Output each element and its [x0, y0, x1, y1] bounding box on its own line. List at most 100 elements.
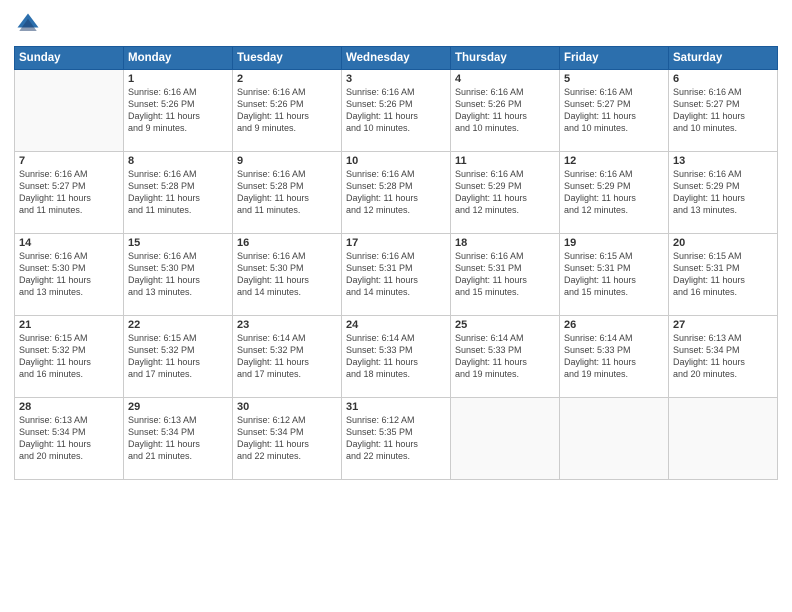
- day-info: Sunrise: 6:16 AM Sunset: 5:27 PM Dayligh…: [19, 168, 119, 217]
- day-cell: 7Sunrise: 6:16 AM Sunset: 5:27 PM Daylig…: [15, 152, 124, 234]
- header-cell-saturday: Saturday: [669, 47, 778, 70]
- day-info: Sunrise: 6:16 AM Sunset: 5:27 PM Dayligh…: [564, 86, 664, 135]
- day-number: 3: [346, 73, 446, 85]
- day-info: Sunrise: 6:16 AM Sunset: 5:29 PM Dayligh…: [673, 168, 773, 217]
- day-number: 18: [455, 237, 555, 249]
- day-cell: [451, 398, 560, 480]
- day-number: 14: [19, 237, 119, 249]
- logo-icon: [14, 10, 42, 38]
- day-number: 29: [128, 401, 228, 413]
- day-number: 27: [673, 319, 773, 331]
- day-number: 26: [564, 319, 664, 331]
- day-number: 23: [237, 319, 337, 331]
- day-number: 24: [346, 319, 446, 331]
- day-cell: [669, 398, 778, 480]
- header: [14, 10, 778, 38]
- day-info: Sunrise: 6:15 AM Sunset: 5:31 PM Dayligh…: [673, 250, 773, 299]
- day-number: 11: [455, 155, 555, 167]
- day-cell: [560, 398, 669, 480]
- day-cell: 29Sunrise: 6:13 AM Sunset: 5:34 PM Dayli…: [124, 398, 233, 480]
- day-info: Sunrise: 6:16 AM Sunset: 5:29 PM Dayligh…: [564, 168, 664, 217]
- day-cell: 6Sunrise: 6:16 AM Sunset: 5:27 PM Daylig…: [669, 70, 778, 152]
- day-number: 31: [346, 401, 446, 413]
- week-row-0: 1Sunrise: 6:16 AM Sunset: 5:26 PM Daylig…: [15, 70, 778, 152]
- calendar-table: SundayMondayTuesdayWednesdayThursdayFrid…: [14, 46, 778, 480]
- day-number: 21: [19, 319, 119, 331]
- day-info: Sunrise: 6:13 AM Sunset: 5:34 PM Dayligh…: [673, 332, 773, 381]
- day-info: Sunrise: 6:15 AM Sunset: 5:31 PM Dayligh…: [564, 250, 664, 299]
- day-number: 5: [564, 73, 664, 85]
- day-number: 30: [237, 401, 337, 413]
- header-cell-thursday: Thursday: [451, 47, 560, 70]
- day-cell: 16Sunrise: 6:16 AM Sunset: 5:30 PM Dayli…: [233, 234, 342, 316]
- day-number: 22: [128, 319, 228, 331]
- day-info: Sunrise: 6:13 AM Sunset: 5:34 PM Dayligh…: [128, 414, 228, 463]
- day-cell: 14Sunrise: 6:16 AM Sunset: 5:30 PM Dayli…: [15, 234, 124, 316]
- day-cell: 24Sunrise: 6:14 AM Sunset: 5:33 PM Dayli…: [342, 316, 451, 398]
- day-cell: 19Sunrise: 6:15 AM Sunset: 5:31 PM Dayli…: [560, 234, 669, 316]
- day-info: Sunrise: 6:16 AM Sunset: 5:28 PM Dayligh…: [128, 168, 228, 217]
- day-info: Sunrise: 6:14 AM Sunset: 5:33 PM Dayligh…: [455, 332, 555, 381]
- day-info: Sunrise: 6:16 AM Sunset: 5:27 PM Dayligh…: [673, 86, 773, 135]
- day-cell: 20Sunrise: 6:15 AM Sunset: 5:31 PM Dayli…: [669, 234, 778, 316]
- day-number: 20: [673, 237, 773, 249]
- day-number: 6: [673, 73, 773, 85]
- day-cell: 21Sunrise: 6:15 AM Sunset: 5:32 PM Dayli…: [15, 316, 124, 398]
- day-info: Sunrise: 6:16 AM Sunset: 5:30 PM Dayligh…: [19, 250, 119, 299]
- day-number: 28: [19, 401, 119, 413]
- day-info: Sunrise: 6:16 AM Sunset: 5:26 PM Dayligh…: [128, 86, 228, 135]
- day-cell: 11Sunrise: 6:16 AM Sunset: 5:29 PM Dayli…: [451, 152, 560, 234]
- day-cell: 25Sunrise: 6:14 AM Sunset: 5:33 PM Dayli…: [451, 316, 560, 398]
- day-info: Sunrise: 6:16 AM Sunset: 5:26 PM Dayligh…: [237, 86, 337, 135]
- day-number: 25: [455, 319, 555, 331]
- day-cell: 31Sunrise: 6:12 AM Sunset: 5:35 PM Dayli…: [342, 398, 451, 480]
- day-info: Sunrise: 6:13 AM Sunset: 5:34 PM Dayligh…: [19, 414, 119, 463]
- day-number: 9: [237, 155, 337, 167]
- day-info: Sunrise: 6:12 AM Sunset: 5:34 PM Dayligh…: [237, 414, 337, 463]
- day-number: 1: [128, 73, 228, 85]
- header-cell-monday: Monday: [124, 47, 233, 70]
- day-number: 10: [346, 155, 446, 167]
- day-cell: 23Sunrise: 6:14 AM Sunset: 5:32 PM Dayli…: [233, 316, 342, 398]
- day-info: Sunrise: 6:16 AM Sunset: 5:30 PM Dayligh…: [128, 250, 228, 299]
- day-cell: 12Sunrise: 6:16 AM Sunset: 5:29 PM Dayli…: [560, 152, 669, 234]
- day-number: 17: [346, 237, 446, 249]
- day-number: 19: [564, 237, 664, 249]
- day-cell: 17Sunrise: 6:16 AM Sunset: 5:31 PM Dayli…: [342, 234, 451, 316]
- day-info: Sunrise: 6:16 AM Sunset: 5:31 PM Dayligh…: [346, 250, 446, 299]
- header-cell-tuesday: Tuesday: [233, 47, 342, 70]
- day-cell: 3Sunrise: 6:16 AM Sunset: 5:26 PM Daylig…: [342, 70, 451, 152]
- week-row-4: 28Sunrise: 6:13 AM Sunset: 5:34 PM Dayli…: [15, 398, 778, 480]
- day-number: 7: [19, 155, 119, 167]
- day-info: Sunrise: 6:16 AM Sunset: 5:30 PM Dayligh…: [237, 250, 337, 299]
- day-number: 2: [237, 73, 337, 85]
- day-info: Sunrise: 6:15 AM Sunset: 5:32 PM Dayligh…: [19, 332, 119, 381]
- day-cell: 15Sunrise: 6:16 AM Sunset: 5:30 PM Dayli…: [124, 234, 233, 316]
- header-cell-sunday: Sunday: [15, 47, 124, 70]
- day-number: 15: [128, 237, 228, 249]
- header-cell-wednesday: Wednesday: [342, 47, 451, 70]
- day-cell: 28Sunrise: 6:13 AM Sunset: 5:34 PM Dayli…: [15, 398, 124, 480]
- week-row-3: 21Sunrise: 6:15 AM Sunset: 5:32 PM Dayli…: [15, 316, 778, 398]
- day-cell: 27Sunrise: 6:13 AM Sunset: 5:34 PM Dayli…: [669, 316, 778, 398]
- day-cell: 18Sunrise: 6:16 AM Sunset: 5:31 PM Dayli…: [451, 234, 560, 316]
- day-cell: [15, 70, 124, 152]
- day-info: Sunrise: 6:14 AM Sunset: 5:33 PM Dayligh…: [346, 332, 446, 381]
- day-cell: 5Sunrise: 6:16 AM Sunset: 5:27 PM Daylig…: [560, 70, 669, 152]
- page: SundayMondayTuesdayWednesdayThursdayFrid…: [0, 0, 792, 612]
- week-row-2: 14Sunrise: 6:16 AM Sunset: 5:30 PM Dayli…: [15, 234, 778, 316]
- day-info: Sunrise: 6:12 AM Sunset: 5:35 PM Dayligh…: [346, 414, 446, 463]
- day-cell: 2Sunrise: 6:16 AM Sunset: 5:26 PM Daylig…: [233, 70, 342, 152]
- day-info: Sunrise: 6:16 AM Sunset: 5:31 PM Dayligh…: [455, 250, 555, 299]
- day-cell: 22Sunrise: 6:15 AM Sunset: 5:32 PM Dayli…: [124, 316, 233, 398]
- day-info: Sunrise: 6:16 AM Sunset: 5:28 PM Dayligh…: [346, 168, 446, 217]
- day-number: 16: [237, 237, 337, 249]
- day-number: 8: [128, 155, 228, 167]
- day-cell: 9Sunrise: 6:16 AM Sunset: 5:28 PM Daylig…: [233, 152, 342, 234]
- day-cell: 30Sunrise: 6:12 AM Sunset: 5:34 PM Dayli…: [233, 398, 342, 480]
- logo: [14, 10, 46, 38]
- header-row: SundayMondayTuesdayWednesdayThursdayFrid…: [15, 47, 778, 70]
- day-cell: 4Sunrise: 6:16 AM Sunset: 5:26 PM Daylig…: [451, 70, 560, 152]
- day-cell: 1Sunrise: 6:16 AM Sunset: 5:26 PM Daylig…: [124, 70, 233, 152]
- day-info: Sunrise: 6:14 AM Sunset: 5:33 PM Dayligh…: [564, 332, 664, 381]
